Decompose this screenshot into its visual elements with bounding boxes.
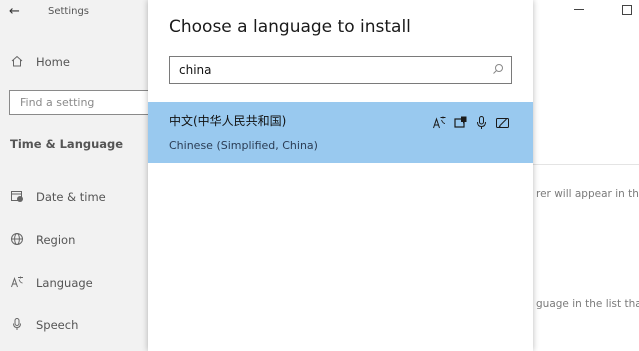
sidebar-item-language[interactable]: Language xyxy=(0,273,148,295)
sidebar-item-region[interactable]: Region xyxy=(0,230,148,252)
sidebar-item-label: Region xyxy=(36,233,76,247)
section-heading: Time & Language xyxy=(10,137,124,151)
globe-icon xyxy=(11,233,23,245)
sidebar-item-label: Speech xyxy=(36,318,79,332)
language-icon xyxy=(11,276,23,288)
sidebar-item-home[interactable]: Home xyxy=(0,52,148,74)
page-text-line: guage in the list that xyxy=(536,298,639,310)
search-icon[interactable] xyxy=(492,63,504,75)
home-icon xyxy=(11,55,23,67)
back-arrow-icon[interactable]: ← xyxy=(9,4,20,19)
calendar-clock-icon xyxy=(11,191,23,202)
page-divider xyxy=(533,164,639,165)
minimize-button[interactable] xyxy=(574,9,584,10)
sidebar-item-speech[interactable]: Speech xyxy=(0,315,148,337)
dialog-title: Choose a language to install xyxy=(169,17,411,37)
sidebar-item-label: Home xyxy=(36,55,70,69)
settings-sidebar: ← Settings Home Time & Language Date & t… xyxy=(0,0,159,351)
language-search-field[interactable] xyxy=(169,56,512,84)
app-title: Settings xyxy=(48,6,90,17)
sidebar-item-date-time[interactable]: Date & time xyxy=(0,187,148,209)
microphone-icon xyxy=(13,318,21,330)
choose-language-dialog: Choose a language to install 中文(中华人民共和国)… xyxy=(148,0,533,351)
display-language-icon xyxy=(432,115,447,130)
find-setting-field[interactable] xyxy=(9,90,159,115)
language-native-name: 中文(中华人民共和国) xyxy=(169,114,287,128)
find-setting-input[interactable] xyxy=(10,91,150,114)
speech-recognition-icon xyxy=(474,115,489,130)
window-controls xyxy=(533,0,639,26)
sidebar-item-label: Language xyxy=(36,276,93,290)
sidebar-item-label: Date & time xyxy=(36,190,106,204)
page-text-line: rer will appear in thi xyxy=(536,188,639,200)
language-result-row[interactable]: 中文(中华人民共和国) Chinese (Simplified, China) xyxy=(148,102,533,163)
maximize-button[interactable] xyxy=(622,5,632,15)
handwriting-icon xyxy=(495,115,510,130)
text-to-speech-icon xyxy=(453,115,468,130)
language-english-name: Chinese (Simplified, China) xyxy=(169,139,318,152)
language-feature-icons xyxy=(432,115,510,131)
language-search-input[interactable] xyxy=(170,57,479,83)
